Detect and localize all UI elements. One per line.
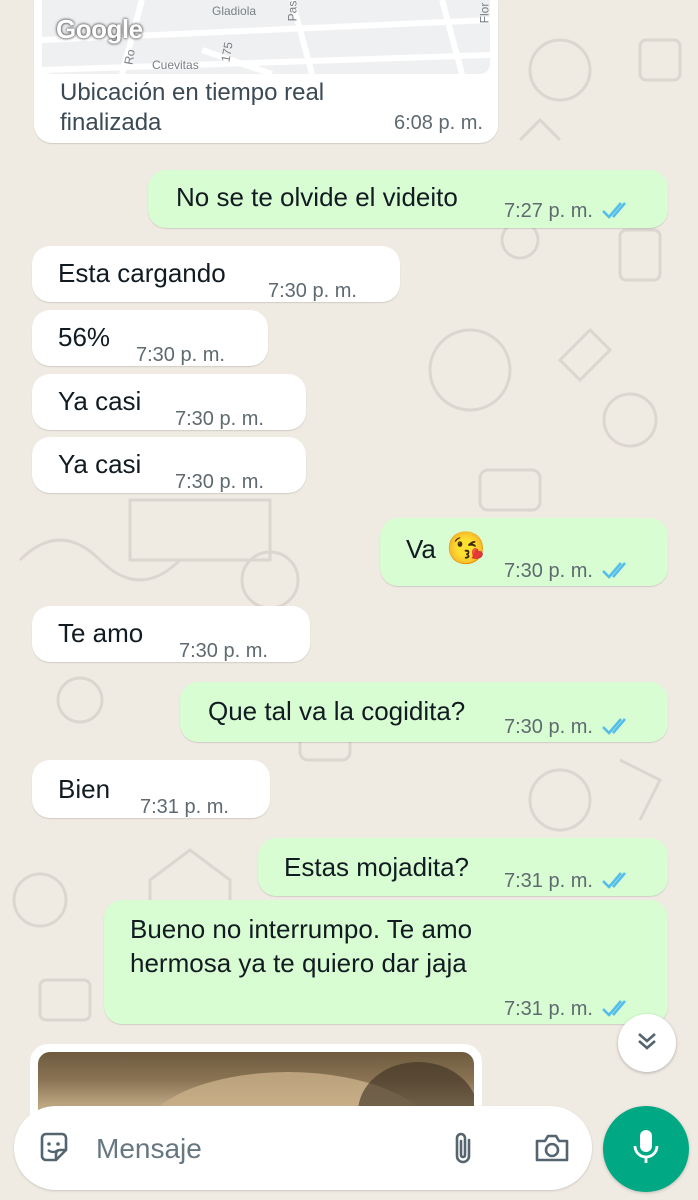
voice-message-button[interactable] — [603, 1106, 689, 1192]
camera-icon[interactable] — [528, 1126, 576, 1170]
chat-area[interactable]: Gladiola Cuevitas 175 Flor Ro Pas Google… — [0, 0, 698, 1200]
message-time: 7:30 p. m. — [268, 280, 357, 302]
map-label-flor: Flor — [477, 2, 490, 24]
incoming-message[interactable]: Ya casi 7:30 p. m. — [32, 374, 306, 430]
outgoing-message[interactable]: Que tal va la cogidita? 7:30 p. m. — [180, 682, 668, 742]
map-label-ro: Ro — [121, 48, 138, 66]
message-text: Te amo — [58, 618, 144, 648]
paperclip-icon[interactable] — [442, 1126, 486, 1170]
message-composer — [14, 1106, 592, 1190]
message-text: Ya casi — [58, 449, 142, 479]
sticker-icon[interactable] — [32, 1126, 76, 1170]
double-chevron-down-icon — [634, 1028, 660, 1059]
outgoing-message[interactable]: Va 😘 7:30 p. m. — [380, 518, 668, 586]
message-text-line1: Bueno no interrumpo. Te amo — [130, 914, 473, 944]
incoming-message[interactable]: Ya casi 7:30 p. m. — [32, 437, 306, 493]
message-text: Esta cargando — [58, 258, 226, 288]
message-text: No se te olvide el videito — [176, 182, 458, 212]
message-text: 56% — [58, 322, 111, 352]
outgoing-message[interactable]: No se te olvide el videito 7:27 p. m. — [148, 170, 668, 228]
location-message[interactable]: Gladiola Cuevitas 175 Flor Ro Pas Google… — [34, 0, 498, 143]
message-time: 6:08 p. m. — [394, 112, 483, 134]
message-input[interactable] — [94, 1128, 428, 1170]
read-ticks-icon — [601, 999, 633, 1019]
google-logo: Google — [56, 14, 143, 44]
incoming-message[interactable]: Te amo 7:30 p. m. — [32, 606, 310, 662]
message-time: 7:30 p. m. — [175, 471, 264, 493]
map-label-pas: Pas — [285, 0, 300, 22]
message-time: 7:30 p. m. — [179, 640, 268, 662]
message-text: Que tal va la cogidita? — [208, 696, 466, 726]
message-time: 7:30 p. m. — [504, 560, 593, 582]
message-text: Estas mojadita? — [284, 852, 469, 882]
message-time: 7:27 p. m. — [504, 200, 593, 222]
incoming-message[interactable]: 56% 7:30 p. m. — [32, 310, 268, 366]
map-label-gladiola: Gladiola — [212, 4, 257, 18]
message-time: 7:30 p. m. — [175, 408, 264, 430]
message-time: 7:31 p. m. — [504, 998, 593, 1020]
read-ticks-icon — [601, 717, 633, 737]
incoming-message[interactable]: Esta cargando 7:30 p. m. — [32, 246, 400, 302]
read-ticks-icon — [601, 201, 633, 221]
map-thumbnail[interactable]: Gladiola Cuevitas 175 Flor Ro Pas Google — [42, 0, 490, 74]
incoming-message[interactable]: Bien 7:31 p. m. — [32, 760, 270, 818]
message-time: 7:31 p. m. — [504, 870, 593, 892]
location-status-line2: finalizada — [60, 109, 162, 136]
kiss-emoji: 😘 — [446, 530, 486, 566]
message-time: 7:31 p. m. — [140, 796, 229, 818]
scroll-to-bottom-button[interactable] — [618, 1014, 676, 1072]
message-text-line2: hermosa ya te quiero dar jaja — [130, 948, 467, 978]
read-ticks-icon — [601, 871, 633, 891]
message-text: Va — [406, 534, 436, 564]
microphone-icon — [631, 1128, 661, 1171]
outgoing-message[interactable]: Bueno no interrumpo. Te amo hermosa ya t… — [104, 900, 668, 1024]
message-text: Bien — [58, 774, 111, 804]
read-ticks-icon — [601, 561, 633, 581]
location-status-line1: Ubicación en tiempo real — [60, 79, 325, 106]
outgoing-message[interactable]: Estas mojadita? 7:31 p. m. — [258, 838, 668, 896]
map-label-cuevitas: Cuevitas — [152, 58, 199, 72]
message-time: 7:30 p. m. — [136, 344, 225, 366]
message-time: 7:30 p. m. — [504, 716, 593, 738]
message-text: Ya casi — [58, 386, 142, 416]
